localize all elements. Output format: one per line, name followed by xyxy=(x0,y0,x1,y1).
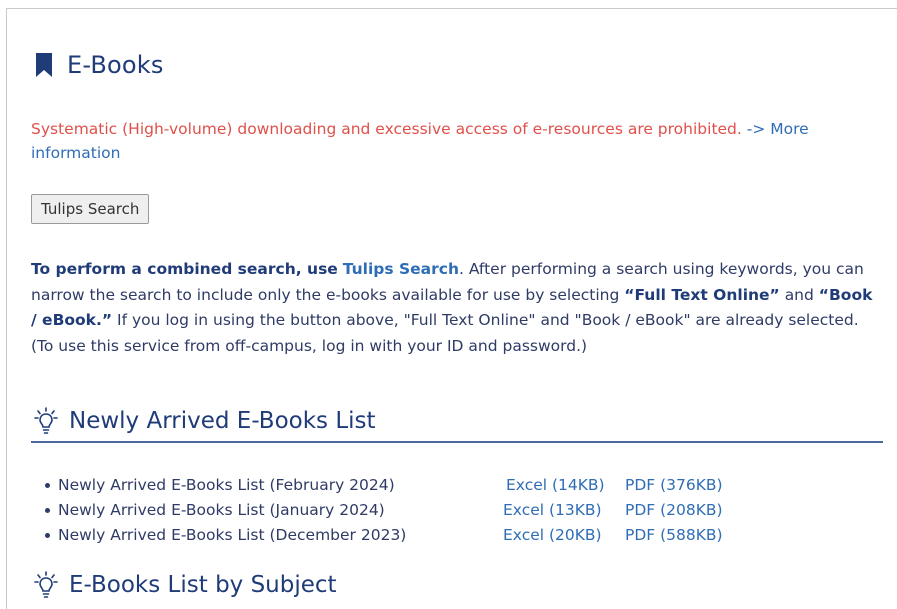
desc-full-text-online: “Full Text Online” xyxy=(624,285,780,304)
pdf-links: PDF (376KB) PDF (208KB) PDF (588KB) xyxy=(625,473,723,548)
bullet xyxy=(45,483,50,488)
tulips-search-link[interactable]: Tulips Search xyxy=(343,260,459,278)
excel-link[interactable]: Excel (20KB) xyxy=(503,523,605,548)
list-item-name: Newly Arrived E-Books List (December 202… xyxy=(58,526,407,544)
desc-text-3: If you log in using the button above, "F… xyxy=(31,311,859,355)
excel-link[interactable]: Excel (14KB) xyxy=(506,473,605,498)
section-divider xyxy=(31,441,883,443)
list-item-name: Newly Arrived E-Books List (February 202… xyxy=(58,476,395,494)
list-item: Newly Arrived E-Books List (January 2024… xyxy=(45,498,479,523)
list-item: Newly Arrived E-Books List (December 202… xyxy=(45,523,479,548)
usage-warning: Systematic (High-volume) downloading and… xyxy=(31,117,891,165)
page-header: E-Books xyxy=(35,51,164,79)
excel-link[interactable]: Excel (13KB) xyxy=(503,498,605,523)
desc-text-2: and xyxy=(784,285,814,304)
tulips-search-button[interactable]: Tulips Search xyxy=(31,194,150,224)
section-title-text: Newly Arrived E-Books List xyxy=(69,408,376,434)
bullet xyxy=(45,533,50,538)
lightbulb-icon xyxy=(34,407,58,434)
page-frame: E-Books Systematic (High-volume) downloa… xyxy=(6,8,897,609)
section-title-newly-arrived: Newly Arrived E-Books List xyxy=(33,407,376,435)
lightbulb-icon xyxy=(34,571,58,598)
bookmark-icon xyxy=(36,53,52,77)
newly-arrived-list: Newly Arrived E-Books List (February 202… xyxy=(45,473,479,548)
list-item: Newly Arrived E-Books List (February 202… xyxy=(45,473,479,498)
page-title: E-Books xyxy=(67,51,164,79)
pdf-link[interactable]: PDF (376KB) xyxy=(625,473,723,498)
section-title-by-subject: E-Books List by Subject xyxy=(33,571,337,599)
desc-bold-intro: To perform a combined search, use xyxy=(31,260,338,278)
list-item-name: Newly Arrived E-Books List (January 2024… xyxy=(58,501,385,519)
pdf-link[interactable]: PDF (208KB) xyxy=(625,498,723,523)
warning-text: Systematic (High-volume) downloading and… xyxy=(31,120,742,138)
excel-links: Excel (14KB) Excel (13KB) Excel (20KB) xyxy=(503,473,605,548)
search-description: To perform a combined search, use Tulips… xyxy=(31,257,881,359)
pdf-link[interactable]: PDF (588KB) xyxy=(625,523,723,548)
bullet xyxy=(45,508,50,513)
section-title-text: E-Books List by Subject xyxy=(69,572,337,598)
